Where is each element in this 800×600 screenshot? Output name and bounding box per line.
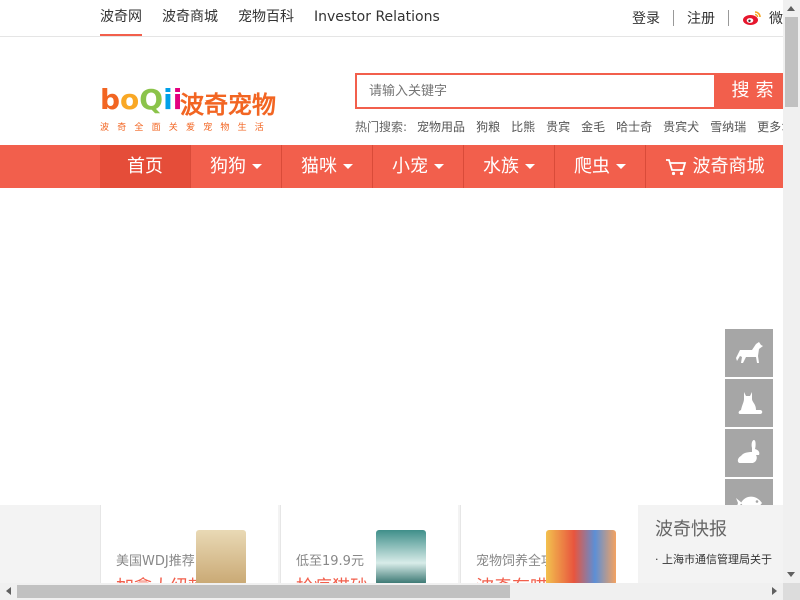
cat-icon [738, 392, 763, 414]
scroll-right-icon[interactable] [772, 587, 777, 595]
main-nav: 首页 狗狗 猫咪 小宠 水族 爬虫 波奇商城 [0, 145, 783, 188]
register-link[interactable]: 注册 [687, 8, 715, 28]
divider [728, 10, 729, 26]
nav-home-label: 首页 [127, 156, 163, 177]
hot-search-item[interactable]: 狗粮 [476, 118, 500, 134]
logo-text: 波奇宠物 [180, 91, 276, 119]
nav-label: 猫咪 [301, 156, 337, 177]
search-box: 搜索 [355, 73, 783, 109]
search-button[interactable]: 搜索 [714, 73, 783, 109]
hot-search-label: 热门搜索: [355, 120, 408, 134]
toplink-encyclopedia[interactable]: 宠物百科 [238, 0, 294, 36]
hot-search-item[interactable]: 哈士奇 [616, 118, 652, 134]
search-input[interactable] [355, 73, 715, 109]
promo-subtitle: 低至19.9元 [296, 554, 364, 569]
caret-down-icon [252, 164, 262, 169]
vertical-scrollbar[interactable] [783, 0, 800, 583]
logo-mark: b o Q i i [100, 83, 182, 115]
logo-letter: b [100, 83, 121, 116]
news-item[interactable]: · 上海市通信管理局关于 [655, 551, 783, 567]
horizontal-scrollbar[interactable] [0, 583, 783, 600]
nav-reptiles[interactable]: 爬虫 [555, 145, 646, 188]
toplink-shop[interactable]: 波奇商城 [162, 0, 218, 36]
caret-down-icon [525, 164, 535, 169]
nav-shop-label: 波奇商城 [692, 156, 765, 177]
scroll-down-icon[interactable] [787, 572, 795, 577]
pet-dog-button[interactable] [725, 329, 773, 377]
nav-dogs[interactable]: 狗狗 [191, 145, 282, 188]
caret-down-icon [343, 164, 353, 169]
divider [673, 10, 674, 26]
nav-small-pets[interactable]: 小宠 [373, 145, 464, 188]
nav-label: 小宠 [392, 156, 428, 177]
hot-search-item[interactable]: 贵宾 [546, 118, 570, 134]
nav-aquatic[interactable]: 水族 [464, 145, 555, 188]
hot-search-item[interactable]: 贵宾犬 [663, 118, 699, 134]
nav-label: 爬虫 [574, 156, 610, 177]
promo-title: 波奇有喵 [476, 573, 548, 583]
product-image [546, 530, 616, 583]
pet-rabbit-button[interactable] [725, 429, 773, 477]
page: 波奇网 波奇商城 宠物百科 Investor Relations 登录 注册 微… [0, 0, 800, 600]
news-title: 波奇快报 [655, 519, 727, 540]
hot-search-item[interactable]: 金毛 [581, 118, 605, 134]
cart-icon [665, 158, 686, 175]
promo-card[interactable]: 美国WDJ推荐 加拿大纽顿 [100, 505, 278, 583]
weibo-link[interactable]: 微 [769, 8, 783, 28]
toplink-boqii[interactable]: 波奇网 [100, 0, 142, 36]
top-links: 波奇网 波奇商城 宠物百科 Investor Relations [100, 0, 460, 36]
scrollbar-corner [783, 583, 800, 600]
hot-search-item[interactable]: 比熊 [511, 118, 535, 134]
logo-letter: Q [139, 83, 164, 116]
nav-items: 首页 狗狗 猫咪 小宠 水族 爬虫 波奇商城 [100, 145, 783, 188]
scrollbar-thumb[interactable] [17, 585, 510, 598]
promo-title: 抢疯猫砂 [296, 573, 368, 583]
nav-shop[interactable]: 波奇商城 [646, 145, 783, 188]
toplink-investor-relations[interactable]: Investor Relations [314, 0, 440, 36]
account-links: 登录 注册 微 [632, 0, 783, 36]
promo-card[interactable]: 宠物饲养全攻略 波奇有喵 [460, 505, 638, 583]
nav-label: 狗狗 [210, 156, 246, 177]
weibo-icon[interactable] [742, 10, 762, 26]
promo-title: 加拿大纽顿 [116, 573, 206, 583]
scrollbar-thumb[interactable] [785, 17, 798, 107]
scroll-up-icon[interactable] [787, 6, 795, 11]
logo[interactable]: b o Q i i 波奇宠物 波奇全面关爱宠物生活 [100, 83, 285, 134]
promo-card[interactable]: 低至19.9元 抢疯猫砂 [280, 505, 458, 583]
logo-letter: o [120, 83, 140, 116]
hot-search-item[interactable]: 雪纳瑞 [710, 118, 746, 134]
logo-slogan: 波奇全面关爱宠物生活 [100, 123, 273, 133]
nav-cats[interactable]: 猫咪 [282, 145, 373, 188]
hot-searches: 热门搜索: 宠物用品 狗粮 比熊 贵宾 金毛 哈士奇 贵宾犬 雪纳瑞 更多> [355, 118, 783, 134]
login-link[interactable]: 登录 [632, 8, 660, 28]
nav-label: 水族 [483, 156, 519, 177]
dog-icon [736, 342, 763, 363]
top-bar: 波奇网 波奇商城 宠物百科 Investor Relations 登录 注册 微 [0, 0, 783, 37]
caret-down-icon [434, 164, 444, 169]
logo-letter: i [163, 83, 173, 116]
hot-search-more[interactable]: 更多> [757, 118, 783, 134]
product-image [196, 530, 246, 583]
pet-cat-button[interactable] [725, 379, 773, 427]
nav-home[interactable]: 首页 [100, 145, 191, 188]
hot-search-item[interactable]: 宠物用品 [417, 118, 465, 134]
rabbit-icon [737, 440, 760, 463]
scroll-left-icon[interactable] [6, 587, 11, 595]
caret-down-icon [616, 164, 626, 169]
promo-subtitle: 美国WDJ推荐 [116, 554, 195, 569]
product-image [376, 530, 426, 583]
